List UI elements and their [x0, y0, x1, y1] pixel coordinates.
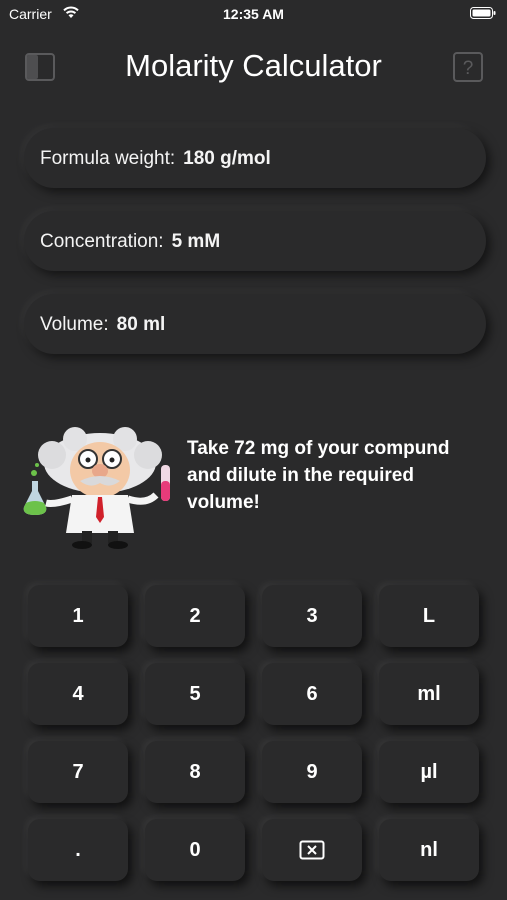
delete-icon [299, 840, 325, 860]
unit-milliliter-button[interactable]: ml [379, 663, 479, 725]
svg-text:?: ? [463, 58, 474, 79]
key-7[interactable]: 7 [28, 741, 128, 803]
unit-liter-button[interactable]: L [379, 585, 479, 647]
key-decimal[interactable]: . [28, 819, 128, 881]
formula-weight-field[interactable]: Formula weight: 180 g/mol [24, 128, 486, 188]
key-2[interactable]: 2 [145, 585, 245, 647]
volume-label: Volume: [40, 314, 109, 335]
help-icon: ? [453, 52, 483, 82]
help-button[interactable]: ? [453, 52, 483, 82]
key-6[interactable]: 6 [262, 663, 362, 725]
key-8[interactable]: 8 [145, 741, 245, 803]
key-4[interactable]: 4 [28, 663, 128, 725]
battery-icon [470, 7, 496, 19]
concentration-field[interactable]: Concentration: 5 mM [24, 211, 486, 271]
concentration-value: 5 mM [171, 231, 221, 252]
key-9[interactable]: 9 [262, 741, 362, 803]
concentration-label: Concentration: [40, 231, 164, 252]
volume-value: 80 ml [116, 314, 166, 335]
key-1[interactable]: 1 [28, 585, 128, 647]
navigation-bar: Molarity Calculator ? [0, 40, 507, 96]
delete-button[interactable] [262, 819, 362, 881]
volume-field[interactable]: Volume: 80 ml [24, 294, 486, 354]
unit-microliter-button[interactable]: µl [379, 741, 479, 803]
key-3[interactable]: 3 [262, 585, 362, 647]
unit-nanoliter-button[interactable]: nl [379, 819, 479, 881]
key-5[interactable]: 5 [145, 663, 245, 725]
key-0[interactable]: 0 [145, 819, 245, 881]
formula-weight-value: 180 g/mol [183, 148, 271, 169]
formula-weight-label: Formula weight: [40, 148, 176, 169]
clock: 12:35 AM [223, 6, 284, 22]
result-message: Take 72 mg of your compund and dilute in… [187, 438, 450, 513]
scientist-mascot [23, 427, 170, 549]
page-title: Molarity Calculator [125, 48, 382, 83]
status-bar: Carrier 12:35 AM [0, 0, 507, 30]
